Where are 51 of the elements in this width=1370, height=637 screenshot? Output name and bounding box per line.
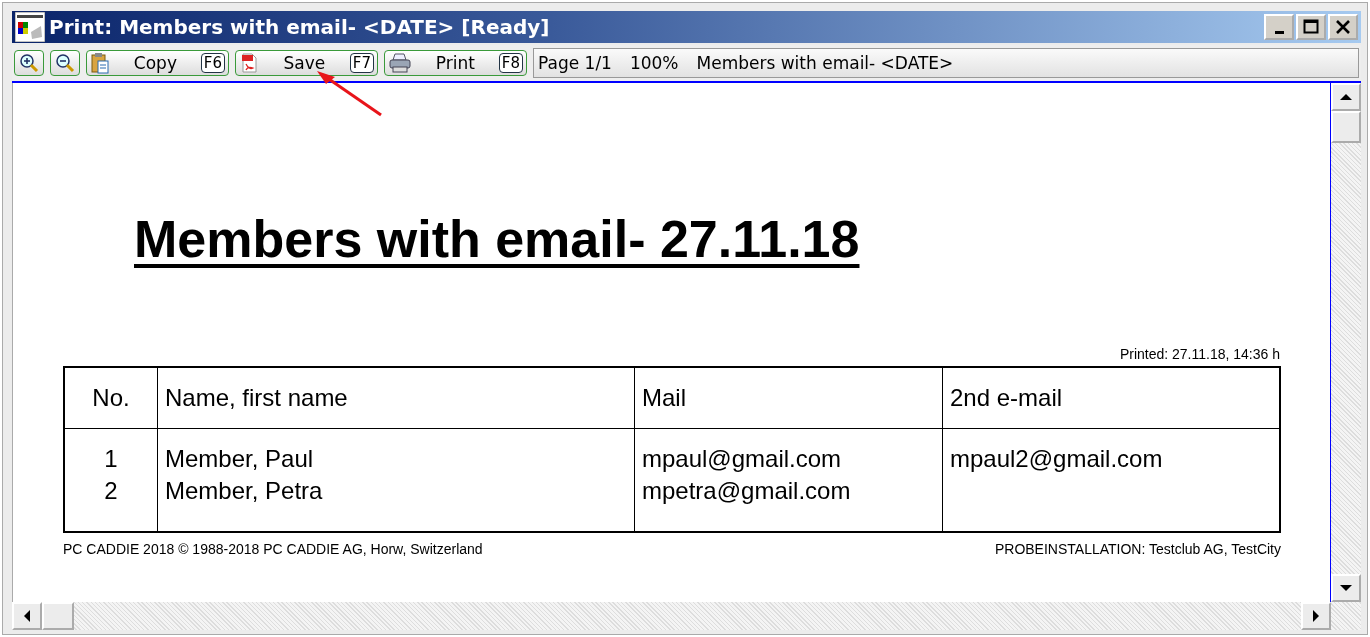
document-title: Members with email- 27.11.18 [134,211,860,269]
scroll-left-button[interactable] [12,602,42,630]
save-button[interactable]: Save F7 [235,50,378,76]
scroll-right-button[interactable] [1301,602,1331,630]
zoom-in-icon [18,52,40,74]
table-cell: 2 [104,477,118,505]
column-header: No. [92,384,130,412]
printed-date: Printed: 27.11.18, 14:36 h [1119,346,1280,363]
footer-text: PROBEINSTALLATION: Testclub AG, TestCity [994,541,1281,558]
right-arrow-icon [1312,610,1320,622]
footer-text: PC CADDIE 2018 © 1988-2018 PC CADDIE AG, Horw, Switzerland [63,541,483,558]
table-cell: Member, Petra [165,477,323,505]
zoom-out-button[interactable] [50,50,80,76]
close-icon [1335,19,1351,35]
zoom-out-icon [54,52,76,74]
column-header: Mail [642,384,686,412]
printer-icon [388,52,412,74]
pdf-icon [239,52,259,74]
scroll-thumb[interactable] [1331,111,1361,143]
copy-button[interactable]: Copy F6 [86,50,229,76]
maximize-icon [1303,19,1319,35]
vertical-scrollbar[interactable] [1330,83,1361,602]
zoom-in-button[interactable] [14,50,44,76]
status-text: 100% [629,53,679,73]
scroll-thumb[interactable] [42,602,74,630]
column-header: Name, first name [165,384,348,412]
print-button[interactable]: Print F8 [384,50,527,76]
minimize-button[interactable] [1264,14,1294,40]
down-arrow-icon [1340,584,1352,592]
scroll-up-button[interactable] [1331,83,1361,111]
minimize-icon [1274,30,1284,34]
left-arrow-icon [23,610,31,622]
table-cell: mpetra@gmail.com [642,477,851,505]
table-cell: Member, Paul [165,445,314,473]
shortcut-key: F8 [498,53,523,73]
shortcut-key: F6 [200,53,225,73]
app-logo-icon [15,12,45,42]
scroll-down-button[interactable] [1331,574,1361,602]
table-cell: mpaul@gmail.com [642,445,842,473]
table-cell: 1 [104,445,118,473]
close-button[interactable] [1328,14,1358,40]
horizontal-scrollbar[interactable] [12,602,1361,630]
maximize-button[interactable] [1296,14,1326,40]
status-text: Members with email- <DATE> [696,53,954,73]
clipboard-icon [90,52,110,74]
status-text: Page 1/1 [538,53,612,73]
shortcut-key: F7 [349,53,374,73]
window-title: Print: Members with email- <DATE> [Ready] [49,15,550,39]
column-header: 2nd e-mail [950,384,1063,412]
up-arrow-icon [1340,93,1352,101]
table-cell: mpaul2@gmail.com [950,445,1163,473]
